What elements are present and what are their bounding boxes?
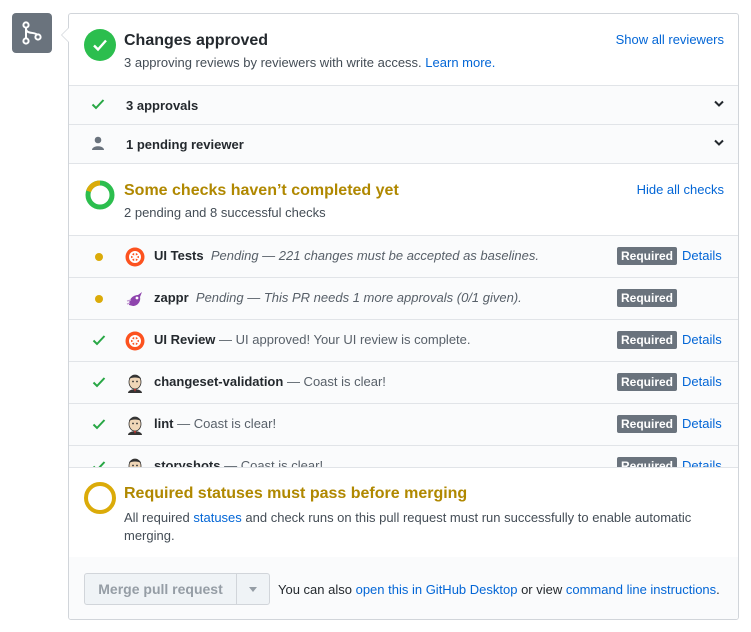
chevron-down-icon[interactable] <box>714 100 724 108</box>
check-description: Pending — This PR needs 1 more approvals… <box>195 290 522 305</box>
checks-subtitle: 2 pending and 8 successful checks <box>124 205 326 220</box>
check-description: Pending — 221 changes must be accepted a… <box>210 248 539 263</box>
check-icon <box>92 377 106 388</box>
checks-title: Some checks haven’t completed yet <box>124 182 399 199</box>
merge-pull-request-button[interactable]: Merge pull request <box>84 573 237 605</box>
check-row-ui-tests: UI Tests Pending — 221 changes must be a… <box>69 236 738 278</box>
check-name: UI Tests <box>154 248 204 263</box>
details-link[interactable]: Details <box>682 248 722 263</box>
hide-all-checks-link[interactable]: Hide all checks <box>637 182 724 197</box>
review-title: Changes approved <box>124 32 269 49</box>
checks-progress-ring-icon <box>85 180 115 210</box>
check-row-ui-review: UI Review — UI approved! Your UI review … <box>69 320 738 362</box>
details-link[interactable]: Details <box>682 332 722 347</box>
checks-summary-header: Some checks haven’t completed yet 2 pend… <box>69 164 738 236</box>
required-badge: Required <box>617 247 678 265</box>
approvals-row[interactable]: 3 approvals <box>69 86 738 125</box>
triangle-down-icon <box>249 586 257 592</box>
merge-box: Changes approved 3 approving reviews by … <box>68 13 739 620</box>
check-name: zappr <box>154 290 189 305</box>
check-description: — UI approved! Your UI review is complet… <box>219 332 471 347</box>
chromatic-icon <box>125 247 145 267</box>
required-badge: Required <box>617 289 678 307</box>
check-icon <box>92 419 106 430</box>
footer-text: You can also open this in GitHub Desktop… <box>278 582 720 597</box>
show-all-reviewers-link[interactable]: Show all reviewers <box>616 32 724 47</box>
required-badge: Required <box>617 331 678 349</box>
details-link[interactable]: Details <box>682 374 722 389</box>
jenkins-icon <box>128 374 142 393</box>
required-badge: Required <box>617 373 678 391</box>
check-row-storyshots: storyshots — Coast is clear! Required De… <box>69 446 738 467</box>
pending-ring-icon <box>84 482 116 514</box>
check-row-changeset-validation: changeset-validation — Coast is clear! R… <box>69 362 738 404</box>
check-description: — Coast is clear! <box>177 416 277 431</box>
merge-requirement-section: Required statuses must pass before mergi… <box>69 467 738 558</box>
required-badge: Required <box>617 415 678 433</box>
git-merge-icon <box>12 13 52 53</box>
check-row-lint: lint — Coast is clear! Required Details <box>69 404 738 446</box>
check-icon <box>92 335 106 346</box>
review-subtitle: 3 approving reviews by reviewers with wr… <box>124 55 496 70</box>
check-name: UI Review <box>154 332 216 347</box>
review-status-header: Changes approved 3 approving reviews by … <box>69 14 738 86</box>
approvals-label: 3 approvals <box>126 98 199 113</box>
open-desktop-link[interactable]: open this in GitHub Desktop <box>356 582 518 597</box>
check-icon <box>91 99 105 110</box>
check-name: lint <box>154 416 174 431</box>
check-circle-icon <box>84 29 116 61</box>
learn-more-link[interactable]: Learn more. <box>425 55 495 70</box>
timeline-caret-inner <box>62 28 69 42</box>
check-description: — Coast is clear! <box>286 374 386 389</box>
details-link[interactable]: Details <box>682 416 722 431</box>
chromatic-icon <box>125 331 145 351</box>
statuses-link[interactable]: statuses <box>193 510 241 525</box>
zappr-icon <box>126 292 142 306</box>
merge-requirement-title: Required statuses must pass before mergi… <box>124 485 468 502</box>
pending-reviewer-row[interactable]: 1 pending reviewer <box>69 125 738 164</box>
pending-reviewer-label: 1 pending reviewer <box>126 137 244 152</box>
pending-dot-icon <box>95 295 103 303</box>
merge-requirement-body: All required statuses and check runs on … <box>124 510 692 543</box>
check-row-zappr: zappr Pending — This PR needs 1 more app… <box>69 278 738 320</box>
jenkins-icon <box>128 416 142 435</box>
chevron-down-icon[interactable] <box>714 139 724 147</box>
checks-list[interactable]: UI Tests Pending — 221 changes must be a… <box>69 236 738 468</box>
merge-method-dropdown[interactable] <box>236 573 270 605</box>
merge-footer: Merge pull request You can also open thi… <box>69 557 738 619</box>
person-icon <box>92 136 104 150</box>
pending-dot-icon <box>95 253 103 261</box>
check-name: changeset-validation <box>154 374 284 389</box>
command-line-instructions-link[interactable]: command line instructions <box>566 582 716 597</box>
